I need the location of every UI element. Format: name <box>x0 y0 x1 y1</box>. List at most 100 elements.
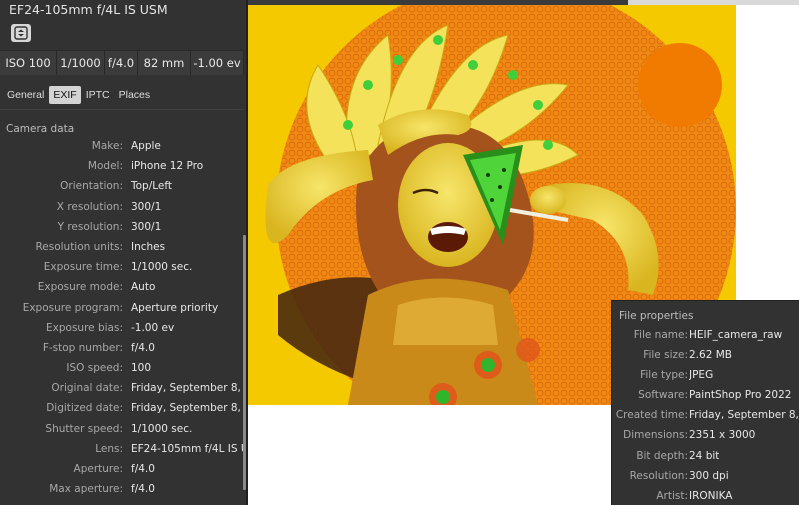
exif-key: Orientation: <box>60 180 123 193</box>
exif-key: F-stop number: <box>42 341 123 354</box>
info-tabs: General EXIF IPTC Places <box>0 80 244 110</box>
exif-value: f/4.0 <box>131 463 155 475</box>
lens-title: EF24-105mm f/4L IS USM <box>9 2 168 17</box>
file-key: Software: <box>638 389 688 402</box>
exif-key: Exposure bias: <box>46 321 123 334</box>
file-value: 300 dpi <box>689 469 729 482</box>
shooting-info-bar: ISO 100 1/1000 f/4.0 82 mm -1.00 ev <box>0 50 244 75</box>
file-row-type: File type: JPEG <box>612 366 799 386</box>
file-value: 24 bit <box>689 449 720 462</box>
exif-value: 300/1 <box>131 200 162 213</box>
file-value: HEIF_camera_raw <box>689 329 783 341</box>
exif-key: ISO speed: <box>66 362 123 375</box>
exif-key: Y resolution: <box>57 220 123 233</box>
exif-row-exposure-program: Exposure program: Aperture priority <box>0 299 244 319</box>
file-value: PaintShop Pro 2022 <box>689 389 792 402</box>
exif-key: Exposure program: <box>22 301 123 314</box>
exif-row-shutter-speed: Shutter speed: 1/1000 sec. <box>0 420 244 440</box>
exif-value: Apple <box>131 140 161 152</box>
exif-key: Digitized date: <box>46 402 123 415</box>
exif-key: Resolution units: <box>35 240 123 253</box>
exif-row-orientation: Orientation: Top/Left <box>0 177 244 197</box>
file-key: File name: <box>633 329 688 341</box>
tab-iptc[interactable]: IPTC <box>82 86 114 104</box>
shot-exposure-bias: -1.00 ev <box>191 51 244 75</box>
exif-row-f-stop: F-stop number: f/4.0 <box>0 339 244 359</box>
exif-value: -1.00 ev <box>131 321 175 334</box>
exif-list: Make: Apple Model: iPhone 12 Pro Orientati… <box>0 137 244 500</box>
file-row-name: File name: HEIF_camera_raw <box>612 326 799 346</box>
exif-row-x-resolution: X resolution: 300/1 <box>0 198 244 218</box>
exif-value: Aperture priority <box>131 301 219 314</box>
file-row-resolution: Resolution: 300 dpi <box>612 467 799 487</box>
exif-key: Model: <box>87 160 123 173</box>
file-value: 2.62 MB <box>689 349 732 362</box>
exif-row-max-aperture: Max aperture: f/4.0 <box>0 480 244 500</box>
exif-row-resolution-units: Resolution units: Inches <box>0 238 244 258</box>
exif-info-panel: EF24-105mm f/4L IS USM ISO 100 1/1000 f/… <box>0 0 248 505</box>
file-row-size: File size: 2.62 MB <box>612 346 799 366</box>
file-value: 2351 x 3000 <box>689 429 756 442</box>
exif-row-exposure-time: Exposure time: 1/1000 sec. <box>0 258 244 278</box>
file-key: Bit depth: <box>636 449 688 462</box>
collapse-toggle-button[interactable] <box>11 24 31 42</box>
exif-value: 100 <box>131 362 152 375</box>
exif-value: Friday, September 8, 20... <box>131 402 243 415</box>
exif-value: Top/Left <box>131 180 173 193</box>
exif-row-iso-speed: ISO speed: 100 <box>0 359 244 379</box>
file-row-artist: Artist: IRONIKA <box>612 487 799 505</box>
exif-row-exposure-bias: Exposure bias: -1.00 ev <box>0 319 244 339</box>
exif-row-make: Make: Apple <box>0 137 244 157</box>
file-properties-panel: File properties File name: HEIF_camera_ra… <box>611 300 799 505</box>
exif-key: Make: <box>91 140 123 152</box>
shot-shutter: 1/1000 <box>57 51 105 75</box>
exif-row-exposure-mode: Exposure mode: Auto <box>0 278 244 298</box>
file-value: Friday, September 8, 20... <box>689 409 799 422</box>
exif-key: Max aperture: <box>49 483 123 496</box>
exif-value: 1/1000 sec. <box>131 422 193 435</box>
exif-value: 1/1000 sec. <box>131 261 193 274</box>
exif-value: Inches <box>131 240 166 253</box>
file-value: IRONIKA <box>689 489 733 502</box>
file-key: Artist: <box>656 489 688 502</box>
file-key: File size: <box>643 349 688 362</box>
exif-row-digitized-date: Digitized date: Friday, September 8, 20..… <box>0 399 244 419</box>
file-key: Created time: <box>615 409 688 422</box>
shot-focal-length: 82 mm <box>138 51 191 75</box>
file-row-dimensions: Dimensions: 2351 x 3000 <box>612 426 799 446</box>
file-key: Resolution: <box>629 469 688 482</box>
exif-value: Auto <box>131 281 156 294</box>
exif-value: 300/1 <box>131 220 162 233</box>
shot-iso: ISO 100 <box>0 51 57 75</box>
exif-value: iPhone 12 Pro <box>131 160 204 173</box>
shot-aperture: f/4.0 <box>105 51 138 75</box>
exif-key: Exposure time: <box>43 261 123 274</box>
exif-row-model: Model: iPhone 12 Pro <box>0 157 244 177</box>
tab-exif[interactable]: EXIF <box>49 85 81 104</box>
file-value: JPEG <box>689 369 714 382</box>
camera-data-heading: Camera data <box>6 123 75 135</box>
exif-key: Lens: <box>95 442 123 455</box>
exif-row-lens: Lens: EF24-105mm f/4L IS USM <box>0 440 244 460</box>
exif-key: Aperture: <box>73 463 123 475</box>
exif-value: f/4.0 <box>131 483 155 496</box>
exif-row-aperture: Aperture: f/4.0 <box>0 460 244 480</box>
exif-value: EF24-105mm f/4L IS USM <box>131 442 243 455</box>
exif-key: Exposure mode: <box>37 281 123 294</box>
exif-key: Shutter speed: <box>45 422 123 435</box>
file-key: File type: <box>640 369 688 382</box>
file-properties-heading: File properties <box>619 310 694 322</box>
collapse-toggle-icon <box>14 26 28 40</box>
file-properties-list: File name: HEIF_camera_raw File size: 2.62… <box>612 326 799 505</box>
file-key: Dimensions: <box>623 429 688 442</box>
file-row-created-time: Created time:Friday, September 8, 20... <box>612 406 799 426</box>
tab-places[interactable]: Places <box>115 86 155 104</box>
exif-value: f/4.0 <box>131 341 155 354</box>
exif-row-y-resolution: Y resolution: 300/1 <box>0 218 244 238</box>
exif-value: Friday, September 8, 20... <box>131 382 243 395</box>
exif-key: X resolution: <box>56 200 123 213</box>
exif-key: Original date: <box>51 382 123 395</box>
exif-row-original-date: Original date: Friday, September 8, 20... <box>0 379 244 399</box>
file-row-bit-depth: Bit depth: 24 bit <box>612 447 799 467</box>
tab-general[interactable]: General <box>3 86 48 104</box>
